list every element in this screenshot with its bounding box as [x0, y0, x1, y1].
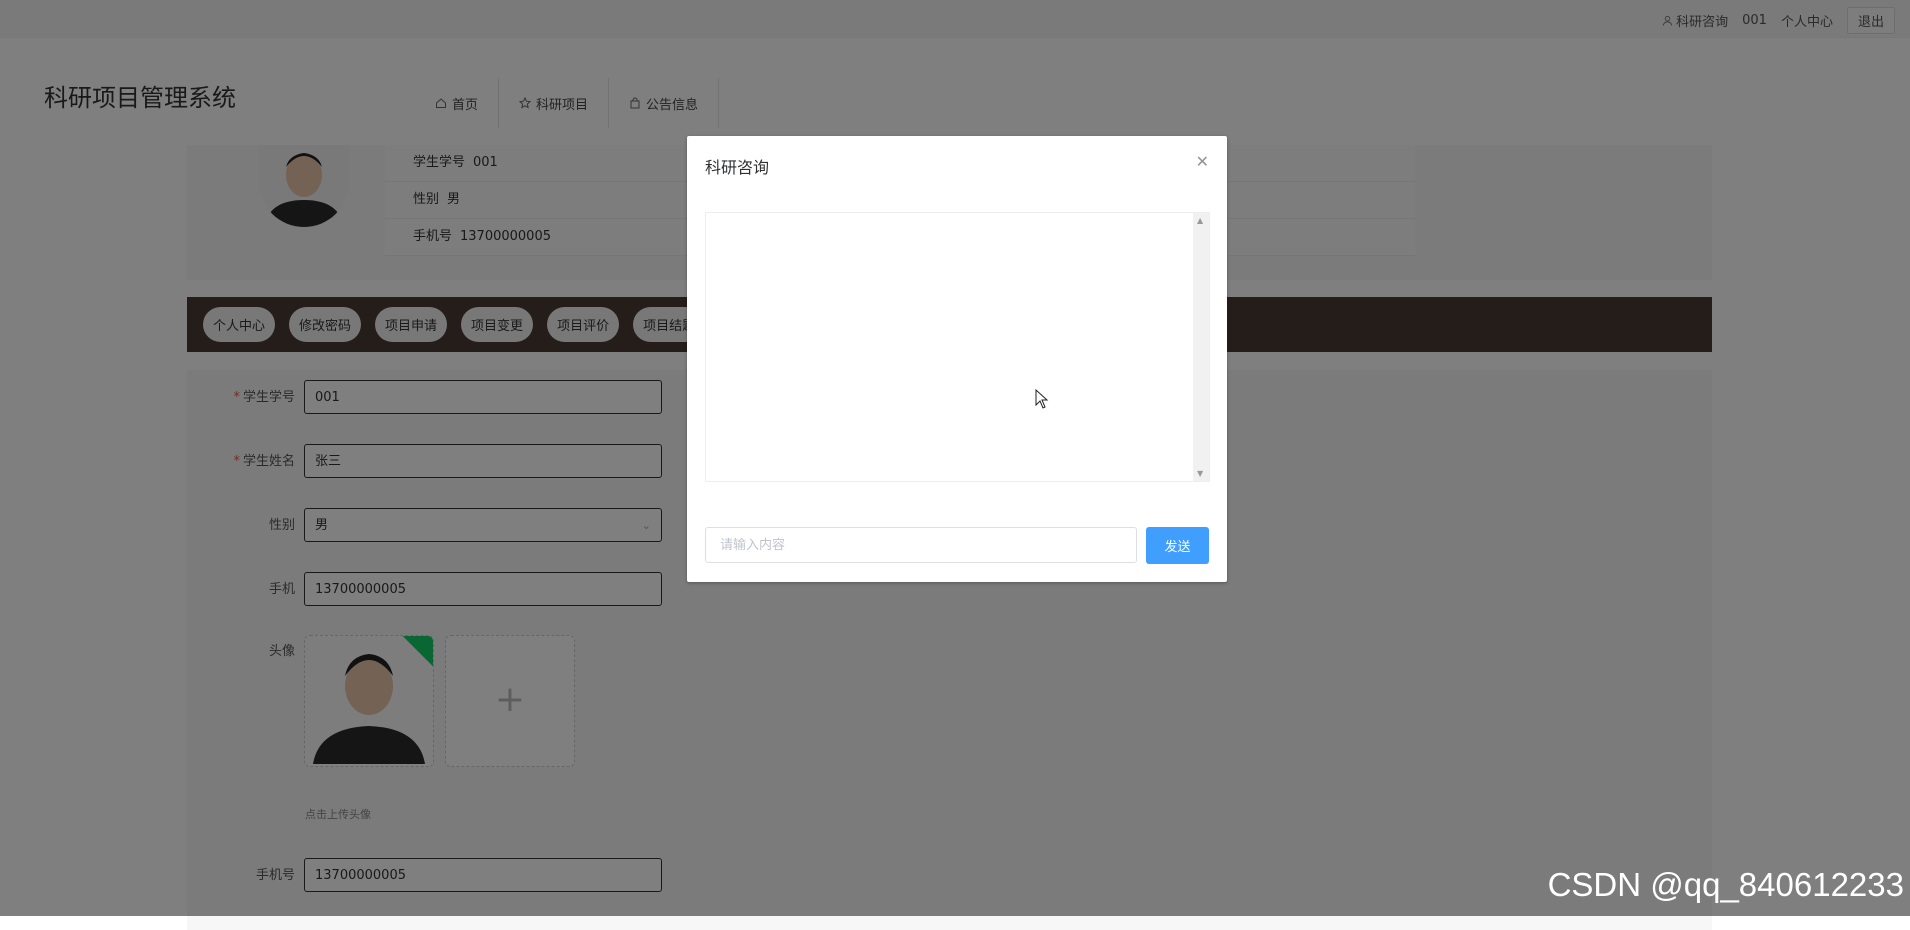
message-input[interactable]: [705, 527, 1137, 563]
close-icon[interactable]: ✕: [1196, 152, 1209, 171]
scroll-down-icon[interactable]: ▼: [1197, 469, 1203, 478]
chat-scrollbar[interactable]: ▲ ▼: [1193, 213, 1209, 481]
chat-messages[interactable]: ▲ ▼: [705, 212, 1210, 482]
send-button[interactable]: 发送: [1146, 527, 1209, 564]
mouse-cursor-icon: [1035, 389, 1049, 409]
scroll-up-icon[interactable]: ▲: [1197, 216, 1203, 225]
dialog-title: 科研咨询: [705, 158, 770, 177]
consult-dialog: 科研咨询 ✕ ▲ ▼ 发送: [687, 136, 1227, 582]
watermark: CSDN @qq_840612233: [1547, 866, 1904, 903]
